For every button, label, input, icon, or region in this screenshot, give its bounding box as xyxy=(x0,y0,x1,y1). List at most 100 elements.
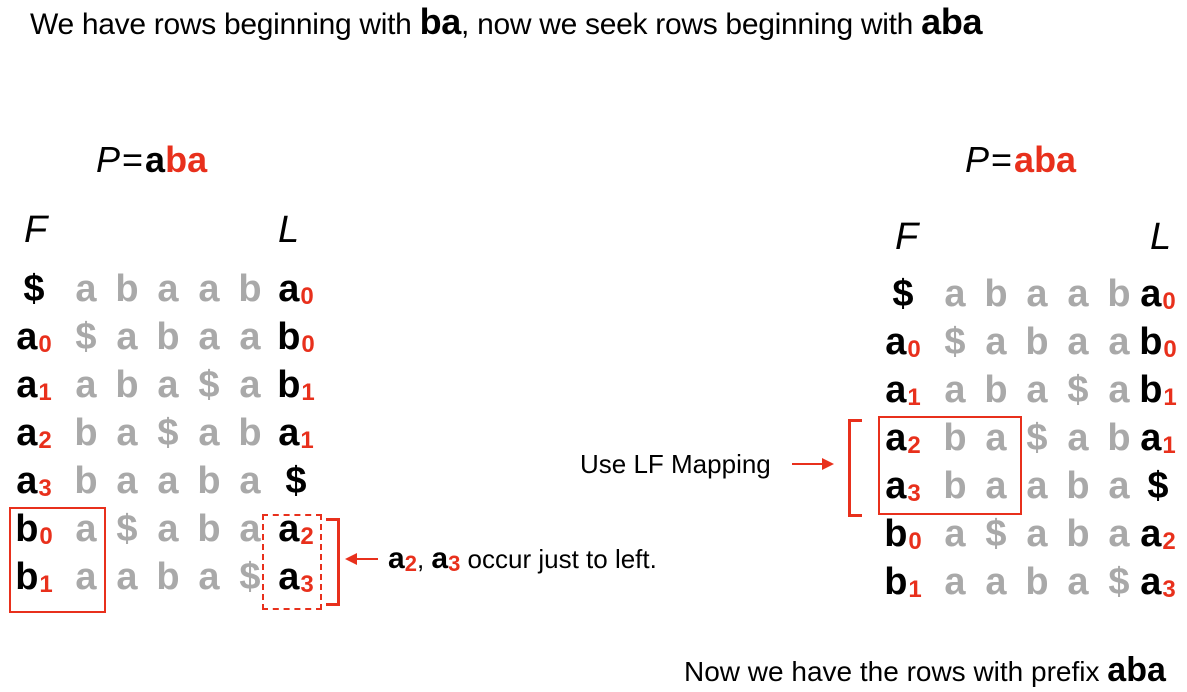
left-mid-cell-char: b xyxy=(74,460,98,502)
right-f-cell: b0 xyxy=(883,511,923,557)
left-pattern: P=aba xyxy=(96,138,207,182)
right-mid-cell-char: a xyxy=(1108,321,1130,363)
footer-text-bold: aba xyxy=(1107,651,1166,689)
left-f-cell-rank: 3 xyxy=(38,475,52,502)
right-mid-cell: a xyxy=(1017,367,1057,413)
left-mid-cell-char: a xyxy=(239,316,261,358)
right-mid-cell: b xyxy=(1017,319,1057,365)
right-mid-cell-char: a xyxy=(985,561,1007,603)
left-mid-cell: $ xyxy=(148,410,188,456)
right-f-cell-rank: 0 xyxy=(908,528,922,555)
left-ba-rows-box xyxy=(9,507,106,613)
right-mid-cell: a xyxy=(935,271,975,317)
right-mid-cell: a xyxy=(935,511,975,557)
left-l-cell-rank: 0 xyxy=(300,283,314,310)
left-mid-cell: a xyxy=(189,314,229,360)
right-f-cell-char: a xyxy=(885,369,907,411)
right-mid-cell: a xyxy=(1017,271,1057,317)
left-l-cell: a0 xyxy=(276,266,316,312)
left-mid-cell-char: b xyxy=(115,364,139,406)
left-f-cell-rank: 1 xyxy=(38,379,52,406)
right-mid-cell-char: a xyxy=(1067,417,1089,459)
right-l-cell-rank: 1 xyxy=(1163,384,1177,411)
right-mid-cell: b xyxy=(976,367,1016,413)
right-arrow-line xyxy=(792,463,822,465)
right-mid-cell: $ xyxy=(1099,559,1139,605)
left-mid-cell: b xyxy=(230,410,270,456)
right-mid-cell: a xyxy=(976,319,1016,365)
left-mid-cell-char: b xyxy=(74,412,98,454)
left-mid-cell-char: a xyxy=(116,556,138,598)
left-f-cell-rank: 0 xyxy=(38,331,52,358)
right-l-cell-char: a xyxy=(1140,273,1162,315)
left-mid-cell: b xyxy=(66,458,106,504)
right-mid-cell-char: b xyxy=(984,273,1008,315)
right-l-cell: b0 xyxy=(1138,319,1178,365)
left-mid-cell: a xyxy=(107,458,147,504)
left-l-header: L xyxy=(278,209,300,251)
left-mid-cell-char: a xyxy=(198,316,220,358)
right-mid-cell-char: b xyxy=(1066,513,1090,555)
title-seek-a: a xyxy=(921,1,941,42)
left-pattern-eq: = xyxy=(122,139,144,180)
right-l-cell-rank: 0 xyxy=(1163,336,1177,363)
right-mid-cell-char: a xyxy=(1067,561,1089,603)
left-f-cell-rank: 2 xyxy=(38,427,52,454)
left-mid-cell: a xyxy=(189,266,229,312)
left-mid-cell-char: a xyxy=(75,268,97,310)
left-mid-cell: $ xyxy=(107,506,147,552)
left-f-cell-char: $ xyxy=(23,268,45,310)
left-mid-cell-char: a xyxy=(239,508,261,550)
right-f-cell-char: b xyxy=(884,513,908,555)
note-text: occur just to left. xyxy=(460,544,657,574)
left-mid-cell: a xyxy=(66,362,106,408)
left-f-cell: a0 xyxy=(14,314,54,360)
left-f-cell: a3 xyxy=(14,458,54,504)
right-mid-cell-char: a xyxy=(1067,273,1089,315)
left-mid-cell-char: $ xyxy=(198,364,220,406)
right-mid-cell-char: $ xyxy=(985,513,1007,555)
left-mid-cell: a xyxy=(107,554,147,600)
left-l-cell: b0 xyxy=(276,314,316,360)
right-pattern-eq: = xyxy=(991,139,1013,180)
right-l-cell-char: b xyxy=(1139,369,1163,411)
right-mid-cell: a xyxy=(1058,319,1098,365)
right-f-cell-char: $ xyxy=(892,273,914,315)
left-l-cell-char: b xyxy=(277,364,301,406)
right-mid-cell: b xyxy=(1099,415,1139,461)
title-seek-ba: ba xyxy=(940,1,983,42)
left-mid-cell-char: a xyxy=(239,364,261,406)
right-mid-cell-char: a xyxy=(944,513,966,555)
title-prefix: We have rows beginning with xyxy=(30,8,420,41)
right-mid-cell-char: a xyxy=(1026,513,1048,555)
right-l-cell-char: a xyxy=(1140,561,1162,603)
left-mid-cell: $ xyxy=(189,362,229,408)
left-mid-cell-char: a xyxy=(198,556,220,598)
left-l-column-box xyxy=(262,514,322,610)
right-mid-cell: a xyxy=(1058,415,1098,461)
left-mid-cell: $ xyxy=(66,314,106,360)
right-mid-cell: b xyxy=(1099,271,1139,317)
right-l-cell: $ xyxy=(1138,463,1178,509)
right-mid-cell-char: a xyxy=(1067,321,1089,363)
left-l-cell: a1 xyxy=(276,410,316,456)
right-mid-cell: a xyxy=(1099,367,1139,413)
left-l-cell-rank: 0 xyxy=(301,331,315,358)
left-mid-cell: b xyxy=(107,362,147,408)
right-mid-cell-char: a xyxy=(944,561,966,603)
right-mid-cell: $ xyxy=(1058,367,1098,413)
left-mid-cell: b xyxy=(189,458,229,504)
right-mid-cell-char: a xyxy=(1108,369,1130,411)
left-mid-cell-char: a xyxy=(239,460,261,502)
left-mid-cell-char: $ xyxy=(75,316,97,358)
left-l-cell-rank: 1 xyxy=(300,427,314,454)
left-f-cell-char: a xyxy=(16,412,38,454)
lf-mapping-label: Use LF Mapping xyxy=(580,449,771,479)
left-mid-cell: b xyxy=(230,266,270,312)
right-l-cell-char: b xyxy=(1139,321,1163,363)
left-mid-cell: a xyxy=(230,458,270,504)
left-f-cell-char: a xyxy=(16,460,38,502)
right-l-cell: a0 xyxy=(1138,271,1178,317)
right-mid-cell-char: $ xyxy=(1067,369,1089,411)
right-l-cell-char: $ xyxy=(1147,465,1169,507)
